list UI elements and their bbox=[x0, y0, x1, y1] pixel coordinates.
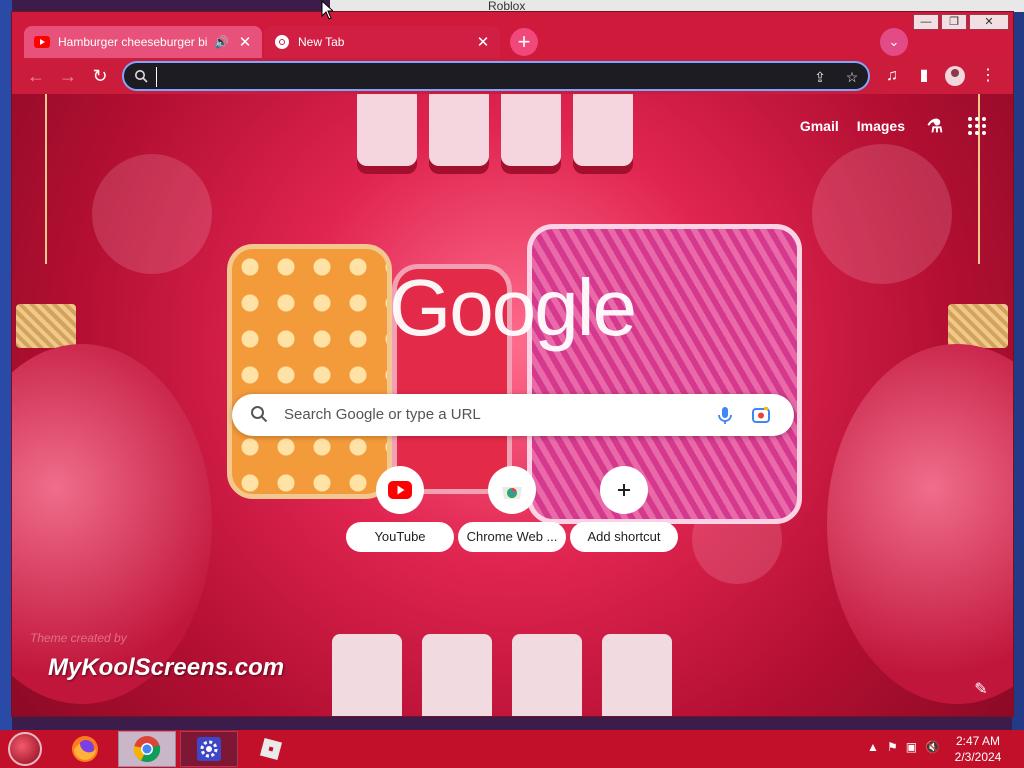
system-tray: ▲ ⚑ ▣ 🔇 bbox=[867, 740, 940, 754]
letter-n-decoration bbox=[227, 244, 392, 499]
tab-title: Hamburger cheeseburger bi bbox=[58, 35, 208, 49]
back-icon[interactable]: ← bbox=[22, 62, 50, 90]
chrome-web-store-icon bbox=[488, 466, 536, 514]
ntp-search-box[interactable]: Search Google or type a URL bbox=[232, 394, 794, 436]
firefox-icon[interactable] bbox=[56, 731, 114, 767]
ntp-header-links: Gmail Images ⚗ bbox=[800, 114, 989, 138]
chrome-window: Hamburger cheeseburger bi 🔊 ✕ New Tab ✕ … bbox=[11, 11, 1014, 717]
bokeh-light bbox=[92, 154, 212, 274]
side-panel-icon[interactable]: ▮ bbox=[910, 62, 938, 90]
shortcut-add[interactable]: Add shortcut bbox=[568, 466, 680, 578]
close-tab-button[interactable]: ✕ bbox=[234, 31, 256, 53]
clock-date: 2/3/2024 bbox=[954, 750, 1002, 764]
maximize-button[interactable]: ❐ bbox=[941, 14, 967, 30]
omnibox[interactable]: ⇪ ☆ bbox=[122, 61, 870, 91]
speaker-icon[interactable]: 🔊 bbox=[214, 35, 232, 49]
new-tab-page: Gmail Images ⚗ Google Search Google or t… bbox=[12, 94, 1013, 716]
menu-icon[interactable]: ⋮ bbox=[974, 62, 1002, 90]
voice-search-icon[interactable] bbox=[714, 404, 736, 426]
flag-icon[interactable]: ⚑ bbox=[887, 740, 898, 754]
profile-icon[interactable] bbox=[945, 66, 965, 86]
bookmark-star-icon[interactable]: ☆ bbox=[842, 68, 862, 86]
search-icon bbox=[250, 405, 270, 425]
search-placeholder: Search Google or type a URL bbox=[284, 406, 481, 423]
google-logo: Google bbox=[389, 263, 637, 352]
bokeh-light bbox=[812, 144, 952, 284]
clock-time: 2:47 AM bbox=[955, 734, 1001, 748]
forward-icon[interactable]: → bbox=[54, 62, 82, 90]
google-lens-icon[interactable] bbox=[750, 404, 772, 426]
customize-pencil-icon[interactable]: ✎ bbox=[967, 676, 995, 704]
ornament-left bbox=[12, 344, 212, 704]
shortcut-youtube[interactable]: YouTube bbox=[344, 466, 456, 578]
gmail-link[interactable]: Gmail bbox=[800, 118, 839, 134]
network-icon[interactable]: ▣ bbox=[906, 740, 917, 754]
clock[interactable]: 2:47 AM 2/3/2024 bbox=[948, 733, 1008, 765]
chrome-icon bbox=[274, 34, 290, 50]
ornament-string bbox=[45, 94, 47, 264]
address-input[interactable] bbox=[156, 67, 796, 87]
new-tab-button[interactable]: + bbox=[510, 28, 538, 56]
mouse-cursor bbox=[321, 0, 335, 20]
youtube-icon bbox=[376, 466, 424, 514]
window-controls: — ❐ ✕ bbox=[913, 14, 1009, 30]
images-link[interactable]: Images bbox=[857, 118, 905, 134]
tab-search-button[interactable]: ⌄ bbox=[880, 28, 908, 56]
google-apps-icon[interactable] bbox=[965, 114, 989, 138]
taskbar: ▲ ⚑ ▣ 🔇 2:47 AM 2/3/2024 bbox=[0, 730, 1024, 768]
ornament-right bbox=[827, 344, 1013, 704]
labs-flask-icon[interactable]: ⚗ bbox=[923, 114, 947, 138]
toolbar: ← → ↻ ⇪ ☆ ♫ ▮ ⋮ bbox=[12, 58, 1013, 94]
reload-icon[interactable]: ↻ bbox=[86, 62, 114, 90]
chrome-icon[interactable] bbox=[118, 731, 176, 767]
plus-icon bbox=[600, 466, 648, 514]
shortcut-chrome-web-store[interactable]: Chrome Web ... bbox=[456, 466, 568, 578]
tray-overflow-icon[interactable]: ▲ bbox=[867, 740, 879, 754]
media-icon[interactable]: ♫ bbox=[878, 62, 906, 90]
ornament-cap bbox=[16, 304, 76, 348]
tab-strip: Hamburger cheeseburger bi 🔊 ✕ New Tab ✕ … bbox=[12, 12, 1013, 58]
youtube-icon bbox=[34, 34, 50, 50]
minimize-button[interactable]: — bbox=[913, 14, 939, 30]
share-icon[interactable]: ⇪ bbox=[810, 68, 830, 86]
volume-muted-icon[interactable]: 🔇 bbox=[925, 740, 940, 754]
close-tab-button[interactable]: ✕ bbox=[472, 31, 494, 53]
close-window-button[interactable]: ✕ bbox=[969, 14, 1009, 30]
ornament-cap bbox=[948, 304, 1008, 348]
theme-brand-link[interactable]: MyKoolScreens.com bbox=[48, 654, 284, 682]
tab-youtube[interactable]: Hamburger cheeseburger bi 🔊 ✕ bbox=[24, 26, 262, 58]
settings-icon[interactable] bbox=[180, 731, 238, 767]
happy-letters bbox=[357, 94, 677, 176]
shortcut-label: Chrome Web ... bbox=[458, 522, 566, 552]
start-button[interactable] bbox=[8, 732, 42, 766]
search-icon bbox=[134, 69, 150, 85]
tab-new-tab[interactable]: New Tab ✕ bbox=[264, 26, 500, 58]
tab-title: New Tab bbox=[298, 35, 345, 49]
shortcut-label: Add shortcut bbox=[570, 522, 678, 552]
shortcut-label: YouTube bbox=[346, 522, 454, 552]
theme-credit: Theme created by bbox=[30, 631, 127, 645]
roblox-icon[interactable] bbox=[242, 731, 300, 767]
year-letters bbox=[332, 614, 692, 716]
